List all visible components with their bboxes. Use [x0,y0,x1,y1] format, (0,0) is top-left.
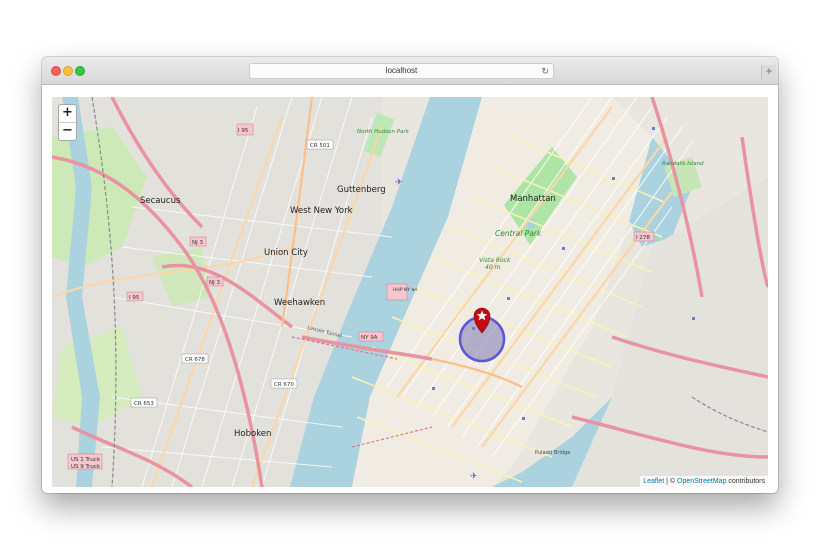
zoom-in-button[interactable]: + [59,105,76,123]
label-vista-rock-elevation: 40 m [485,264,501,271]
shield-us9: US 9 Truck [71,464,101,470]
map-tiles[interactable]: ✈ ✈ I 95 NJ 3 NJ 3 I 95 HHP NY 9A NY 9A … [52,97,768,487]
label-north-hudson-park: North Hudson Park [357,129,410,135]
shield-nj3-a: NJ 3 [192,240,203,246]
map-container[interactable]: ✈ ✈ I 95 NJ 3 NJ 3 I 95 HHP NY 9A NY 9A … [52,97,768,487]
shield-i95-north: I 95 [238,128,249,134]
leaflet-link[interactable]: Leaflet [643,478,664,485]
shield-cr678: CR 678 [185,357,205,363]
new-tab-button[interactable]: + [761,65,776,79]
browser-window: localhost ↻ + ✈ ✈ I 95 NJ 3 NJ 3 I 95 HH… [42,57,778,493]
svg-text:✈: ✈ [470,472,478,482]
zoom-control: + − [58,104,77,141]
attribution-separator: | © [664,478,678,485]
shield-i278: I 278 [636,235,650,241]
label-weehawken: Weehawken [274,298,325,308]
minimize-window-button[interactable] [63,66,73,76]
shield-ny9a: NY 9A [361,335,378,341]
shield-cr670: CR 670 [274,382,294,388]
address-bar[interactable]: localhost ↻ [249,63,554,79]
url-text: localhost [385,66,418,75]
label-manhattan: Manhattan [510,194,556,204]
label-union-city: Union City [264,248,308,258]
attribution-contributors: contributors [726,478,765,485]
map-attribution: Leaflet | © OpenStreetMap contributors [640,476,768,487]
label-pulaski-bridge: Pulaski Bridge [535,450,570,456]
shield-us1: US 1 Truck [71,457,101,463]
title-bar: localhost ↻ + [42,57,778,85]
shield-cr501: CR 501 [310,143,330,149]
zoom-window-button[interactable] [75,66,85,76]
shield-nj3-b: NJ 3 [209,280,220,286]
shield-hhp: HHP NY 9A [393,287,418,293]
reload-icon[interactable]: ↻ [541,64,549,78]
label-vista-rock: Vista Rock [479,257,511,264]
label-central-park: Central Park [495,229,542,238]
label-randalls-island: Randalls Island [662,161,704,167]
label-secaucus: Secaucus [140,196,181,206]
label-hoboken: Hoboken [234,429,271,439]
shield-cr653: CR 653 [134,401,154,407]
zoom-out-button[interactable]: − [59,123,76,140]
label-guttenberg: Guttenberg [337,185,386,195]
svg-text:✈: ✈ [395,178,403,188]
label-west-new-york: West New York [290,206,353,216]
openstreetmap-link[interactable]: OpenStreetMap [677,478,726,485]
close-window-button[interactable] [51,66,61,76]
shield-i95: I 95 [129,295,140,301]
